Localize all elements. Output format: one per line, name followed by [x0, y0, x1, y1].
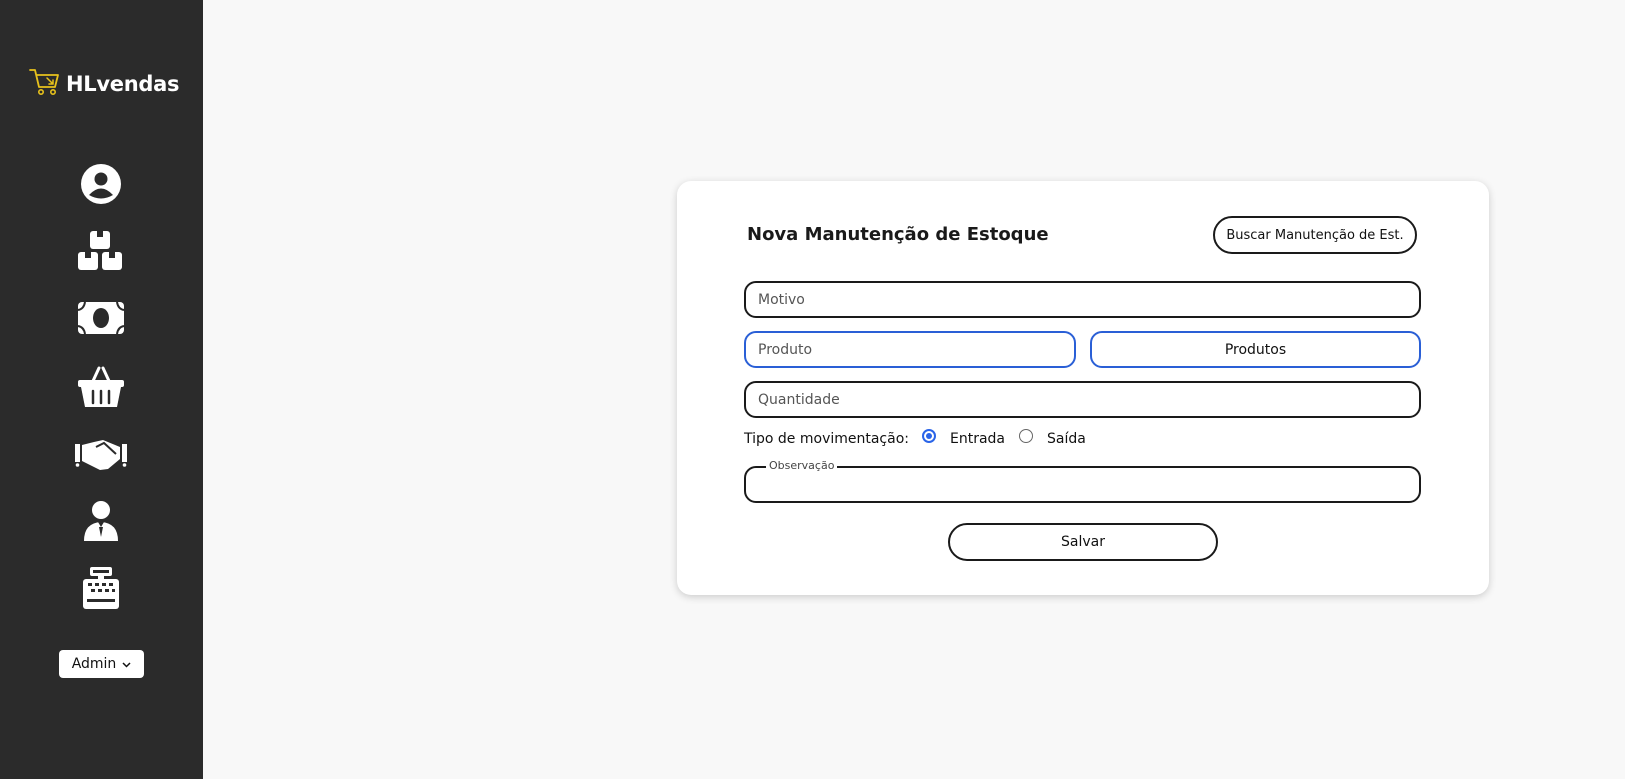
- handshake-icon: [74, 435, 128, 477]
- brand-name: HLvendas: [66, 72, 180, 96]
- cash-register-icon: [79, 566, 123, 614]
- nav-item-stock[interactable]: [72, 229, 130, 277]
- quantidade-input[interactable]: [744, 381, 1421, 418]
- produtos-button[interactable]: Produtos: [1090, 331, 1421, 368]
- user-menu-label: Admin: [71, 656, 117, 672]
- nav-item-users[interactable]: [72, 162, 130, 210]
- shopping-basket-icon: [76, 365, 126, 413]
- saida-label[interactable]: Saída: [1047, 431, 1086, 447]
- page-title: Nova Manutenção de Estoque: [747, 224, 1049, 245]
- movement-type-label: Tipo de movimentação:: [744, 431, 909, 447]
- main-area: Nova Manutenção de Estoque Buscar Manute…: [203, 0, 1625, 779]
- user-circle-icon: [79, 162, 123, 210]
- entrada-radio[interactable]: [922, 429, 936, 443]
- employee-icon: [81, 499, 121, 547]
- motivo-input[interactable]: [744, 281, 1421, 318]
- observacao-label: Observação: [766, 459, 838, 472]
- money-bill-icon: [76, 299, 126, 341]
- brand-logo[interactable]: HLvendas: [28, 66, 179, 102]
- entrada-label[interactable]: Entrada: [950, 431, 1005, 447]
- chevron-down-icon: [122, 656, 131, 672]
- saida-radio[interactable]: [1019, 429, 1034, 443]
- save-button[interactable]: Salvar: [948, 523, 1218, 561]
- nav-item-clients[interactable]: [72, 432, 130, 480]
- nav-item-cashier[interactable]: [72, 566, 130, 614]
- boxes-icon: [76, 229, 126, 277]
- produto-input[interactable]: [744, 331, 1076, 368]
- observacao-field[interactable]: Observação: [744, 459, 1421, 503]
- nav-item-sales[interactable]: [72, 365, 130, 413]
- search-maintenance-button[interactable]: Buscar Manutenção de Est.: [1213, 216, 1417, 254]
- user-menu-button[interactable]: Admin: [59, 650, 144, 678]
- stock-maintenance-card: Nova Manutenção de Estoque Buscar Manute…: [677, 181, 1489, 595]
- nav-item-employees[interactable]: [72, 499, 130, 547]
- shopping-cart-icon: [28, 66, 62, 102]
- sidebar: HLvendas Admin: [0, 0, 203, 779]
- nav-item-finance[interactable]: [72, 296, 130, 344]
- movement-type-group: Tipo de movimentação: Entrada Saída: [744, 429, 1086, 447]
